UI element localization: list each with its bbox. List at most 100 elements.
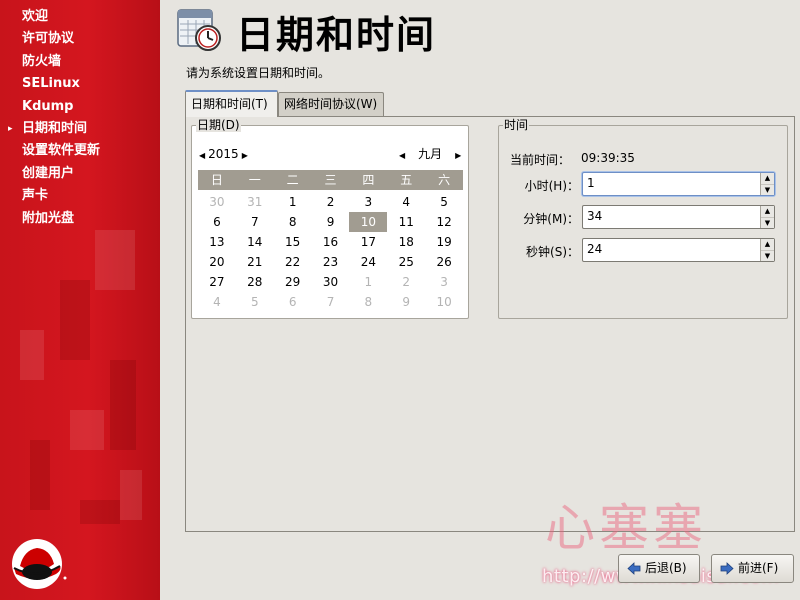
current-time-label: 当前时间： <box>510 153 571 167</box>
calendar-week-row: 13 14 15 16 17 18 19 <box>198 232 463 252</box>
calendar-day[interactable]: 2 <box>387 272 425 292</box>
sidebar-item: 声卡 <box>0 185 160 207</box>
weekday-label: 三 <box>324 173 337 187</box>
calendar-day[interactable]: 30 <box>198 192 236 212</box>
year-prev-icon[interactable]: ◀ <box>196 146 208 166</box>
calendar-day-selected[interactable]: 10 <box>349 212 388 232</box>
calendar-day[interactable]: 3 <box>349 192 387 212</box>
calendar-day[interactable]: 23 <box>312 252 350 272</box>
minute-down-icon[interactable]: ▼ <box>761 217 774 228</box>
calendar-week-row: 30 31 1 2 3 4 5 <box>198 192 463 212</box>
minute-spinbox[interactable]: 34 ▲ ▼ <box>582 205 775 229</box>
calendar-day[interactable]: 31 <box>236 192 274 212</box>
sidebar-item: 欢迎 <box>0 6 160 28</box>
calendar-day[interactable]: 4 <box>198 292 236 312</box>
calendar-day[interactable]: 30 <box>312 272 350 292</box>
calendar-day[interactable]: 15 <box>274 232 312 252</box>
sidebar-item: 许可协议 <box>0 28 160 50</box>
calendar-day[interactable]: 14 <box>236 232 274 252</box>
calendar-day[interactable]: 6 <box>198 212 236 232</box>
calendar-clock-icon <box>177 9 221 51</box>
minute-input[interactable]: 34 <box>587 209 602 223</box>
calendar-day[interactable]: 11 <box>387 212 425 232</box>
time-frame: 时间 当前时间： 09:39:35 小时(H)： 1 ▲ ▼ 分钟(M)： 34 … <box>498 118 789 319</box>
calendar-day[interactable]: 4 <box>387 192 425 212</box>
date-frame-label: 日期(D) <box>196 118 241 132</box>
calendar-day[interactable]: 7 <box>236 212 274 232</box>
page-title: 日期和时间 <box>236 13 437 57</box>
calendar-day[interactable]: 5 <box>236 292 274 312</box>
calendar-weekday-header: 日一二三四五六 <box>198 170 463 190</box>
weekday-label: 五 <box>400 173 413 187</box>
calendar-day[interactable]: 2 <box>312 192 350 212</box>
sidebar-item-label: 欢迎 <box>22 9 49 24</box>
calendar-day[interactable]: 22 <box>274 252 312 272</box>
weekday-label: 六 <box>438 173 451 187</box>
calendar-grid: 30 31 1 2 3 4 5 6 7 8 9 10 11 12 13 14 15 16 17 18 19 20 21 22 2… <box>198 192 463 312</box>
second-spinbox[interactable]: 24 ▲ ▼ <box>582 238 775 262</box>
calendar-day[interactable]: 5 <box>425 192 463 212</box>
second-label: 秒钟(S)： <box>526 245 579 259</box>
calendar-day[interactable]: 16 <box>312 232 350 252</box>
hour-up-icon[interactable]: ▲ <box>761 173 774 184</box>
hour-input[interactable]: 1 <box>587 176 595 190</box>
calendar-day[interactable]: 12 <box>425 212 463 232</box>
calendar-day[interactable]: 6 <box>274 292 312 312</box>
time-frame-label: 时间 <box>503 118 530 132</box>
sidebar-item: 创建用户 <box>0 163 160 185</box>
calendar-day[interactable]: 24 <box>349 252 387 272</box>
sidebar-item: 防火墙 <box>0 51 160 73</box>
second-input[interactable]: 24 <box>587 242 602 256</box>
calendar-day[interactable]: 8 <box>349 292 387 312</box>
calendar-day[interactable]: 26 <box>425 252 463 272</box>
calendar-day[interactable]: 28 <box>236 272 274 292</box>
calendar-day[interactable]: 9 <box>387 292 425 312</box>
hour-label: 小时(H)： <box>524 179 579 193</box>
calendar-day[interactable]: 1 <box>274 192 312 212</box>
second-down-icon[interactable]: ▼ <box>761 250 774 261</box>
calendar-day[interactable]: 21 <box>236 252 274 272</box>
calendar-day[interactable]: 18 <box>387 232 425 252</box>
calendar-day[interactable]: 1 <box>349 272 387 292</box>
hour-spinbox[interactable]: 1 ▲ ▼ <box>582 172 775 196</box>
calendar-week-row: 27 28 29 30 1 2 3 <box>198 272 463 292</box>
tab-ntp[interactable]: 网络时间协议(W) <box>278 92 384 116</box>
weekday-label: 一 <box>248 173 261 187</box>
calendar-day[interactable]: 10 <box>425 292 463 312</box>
sidebar-nav: 欢迎 许可协议 防火墙 SELinux Kdump ▸ 日期和时间 设置软件更新 创建用户 声卡附… <box>0 6 160 230</box>
current-step-icon: ▸ <box>8 123 13 134</box>
back-button[interactable]: 后退(B) <box>618 554 700 583</box>
arrow-left-icon <box>627 562 641 575</box>
calendar-day[interactable]: 7 <box>312 292 350 312</box>
sidebar-item: Kdump <box>0 96 160 118</box>
calendar-day[interactable]: 8 <box>274 212 312 232</box>
sidebar-item-label: 声卡 <box>22 188 49 204</box>
minute-up-icon[interactable]: ▲ <box>761 206 774 217</box>
second-up-icon[interactable]: ▲ <box>761 239 774 250</box>
calendar-day[interactable]: 27 <box>198 272 236 292</box>
next-button[interactable]: 前进(F) <box>711 554 794 583</box>
sidebar-item-label: Kdump <box>22 98 74 114</box>
month-prev-icon[interactable]: ◀ <box>396 146 408 166</box>
tab-date-time[interactable]: 日期和时间(T) <box>185 90 278 117</box>
sidebar-item-label: 日期和时间 <box>22 120 88 136</box>
calendar-day[interactable]: 3 <box>425 272 463 292</box>
calendar-day[interactable]: 9 <box>312 212 350 232</box>
calendar-week-row: 4 5 6 7 8 9 10 <box>198 292 463 312</box>
sidebar-item-label: SELinux <box>22 76 80 92</box>
calendar-day[interactable]: 29 <box>274 272 312 292</box>
sidebar: 欢迎 许可协议 防火墙 SELinux Kdump ▸ 日期和时间 设置软件更新 创建用户 声卡附… <box>0 0 160 600</box>
hour-down-icon[interactable]: ▼ <box>761 184 774 195</box>
calendar-day[interactable]: 13 <box>198 232 236 252</box>
calendar-day[interactable]: 19 <box>425 232 463 252</box>
year-next-icon[interactable]: ▶ <box>239 146 251 166</box>
second-row: 秒钟(S)： 24 ▲ ▼ <box>499 238 789 264</box>
month-next-icon[interactable]: ▶ <box>452 146 464 166</box>
watermark-logo: 心塞塞 <box>545 499 707 557</box>
sidebar-item-label: 附加光盘 <box>22 210 75 226</box>
calendar-day[interactable]: 20 <box>198 252 236 272</box>
weekday-label: 四 <box>362 173 375 187</box>
calendar-day[interactable]: 25 <box>387 252 425 272</box>
calendar-day[interactable]: 17 <box>349 232 387 252</box>
back-button-label: 后退(B) <box>645 561 687 575</box>
